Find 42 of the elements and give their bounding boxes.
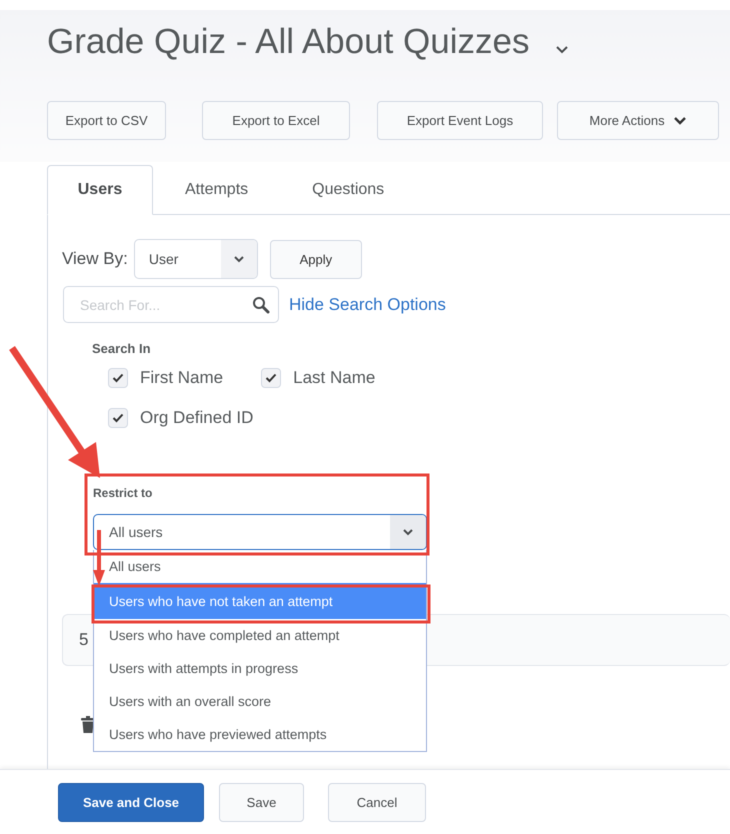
- chevron-down-icon: [402, 528, 414, 536]
- page-title: Grade Quiz - All About Quizzes: [47, 22, 530, 62]
- tab[interactable]: Questions: [280, 165, 416, 215]
- search-field[interactable]: Search For...: [63, 286, 279, 323]
- dropdown-option[interactable]: All users: [94, 550, 426, 583]
- tab[interactable]: Attempts: [153, 165, 280, 215]
- dropdown-option[interactable]: Users with attempts in progress: [94, 652, 426, 685]
- chevron-down-icon: [672, 116, 687, 125]
- restrict-to-label: Restrict to: [93, 486, 154, 500]
- chevron-down-icon: [232, 255, 245, 263]
- search-icon: [252, 296, 270, 314]
- dropdown-option[interactable]: Users with an overall score: [94, 685, 426, 718]
- dropdown-option[interactable]: Users who have completed an attempt: [94, 619, 426, 652]
- action-button[interactable]: More Actions: [557, 101, 719, 140]
- checkmark-icon: [112, 413, 124, 423]
- action-button[interactable]: Export to Excel: [202, 101, 350, 140]
- trash-icon[interactable]: [81, 716, 95, 733]
- chevron-down-icon[interactable]: [555, 44, 570, 54]
- apply-button[interactable]: Apply: [270, 240, 362, 278]
- checkmark-icon: [112, 373, 124, 383]
- footer-button[interactable]: Save: [219, 782, 304, 822]
- annotation-arrow: [93, 530, 105, 586]
- footer-button[interactable]: Save and Close: [58, 782, 204, 822]
- checkbox[interactable]: [261, 368, 282, 388]
- tab[interactable]: Users: [47, 165, 153, 215]
- footer-button[interactable]: Cancel: [328, 782, 426, 822]
- restrict-select[interactable]: All users: [93, 514, 427, 550]
- action-button[interactable]: Export Event Logs: [377, 101, 543, 140]
- checkmark-icon: [265, 373, 278, 383]
- checkbox-label: Org Defined ID: [140, 408, 254, 428]
- search-in-label: Search In: [92, 341, 152, 356]
- action-button[interactable]: Export to CSV: [47, 101, 166, 140]
- hide-search-options-link[interactable]: Hide Search Options: [289, 294, 446, 314]
- checkbox[interactable]: [108, 368, 128, 388]
- checkbox[interactable]: [108, 408, 128, 428]
- checkbox-label: First Name: [140, 368, 224, 388]
- dropdown-option[interactable]: Users who have previewed attempts: [94, 718, 426, 751]
- view-by-label: View By:: [62, 249, 128, 269]
- view-by-select[interactable]: User: [134, 239, 258, 279]
- search-input[interactable]: Search For...: [78, 296, 252, 314]
- page-size-value: 5: [79, 630, 88, 650]
- checkbox-label: Last Name: [293, 368, 376, 388]
